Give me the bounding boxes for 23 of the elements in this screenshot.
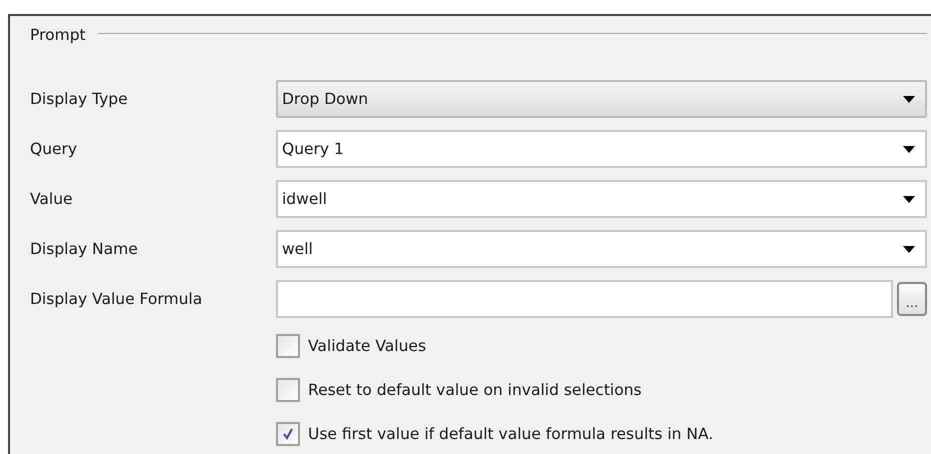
formula-field[interactable]: [276, 280, 893, 318]
browse-button[interactable]: ...: [897, 282, 927, 316]
checkbox-label: Validate Values: [308, 337, 426, 355]
checkbox[interactable]: [276, 378, 300, 402]
caret-icon: [903, 196, 915, 202]
checkbox[interactable]: [276, 334, 300, 358]
field-label: Value: [30, 190, 74, 208]
checkbox-label: Reset to default value on invalid selections: [308, 381, 642, 399]
combo-box[interactable]: idwell: [276, 180, 927, 218]
checkbox-label: Use first value if default value formula results in NA.: [308, 425, 714, 443]
dropdown[interactable]: Drop Down: [276, 80, 927, 118]
combo-box[interactable]: Query 1: [276, 130, 927, 168]
combo-box[interactable]: well: [276, 230, 927, 268]
section-title: Prompt: [30, 26, 86, 44]
field-label: Display Name: [30, 240, 139, 258]
caret-icon: [903, 96, 915, 102]
check-icon: [281, 427, 295, 441]
caret-icon: [903, 146, 915, 152]
caret-icon: [903, 246, 915, 252]
field-label: Query: [30, 140, 78, 158]
field-label: Display Value Formula: [30, 290, 204, 308]
field-label: Display Type: [30, 90, 129, 108]
checkbox[interactable]: [276, 422, 300, 446]
